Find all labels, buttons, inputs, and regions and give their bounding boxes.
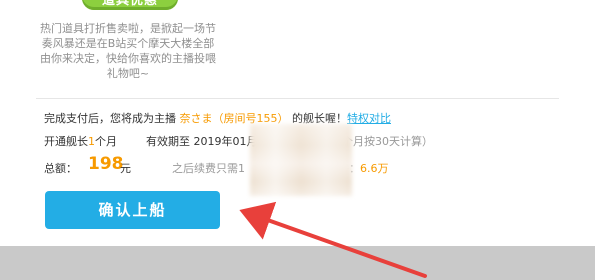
total-unit: 元 (120, 162, 131, 175)
duration-info: 开通舰长1个月 (44, 133, 117, 149)
promo-badge-label: 道具优惠 (101, 0, 158, 8)
promo-banner: 道具优惠 热门道具打折售卖啦，是掀起一场节奏风暴还是在B站买个摩天大楼全部由你来… (0, 0, 260, 96)
duration-suffix: 个月 (95, 135, 117, 148)
confirm-board-button[interactable]: 确认上船 (45, 191, 220, 229)
coin-amount: 6.6万 (360, 162, 389, 175)
promo-badge: 道具优惠 (82, 0, 178, 10)
month-calc-note: 个月按30天计算） (342, 135, 433, 148)
notice-prefix: 完成支付后，您将成为主播 (44, 112, 180, 125)
duration-months: 1 (88, 135, 95, 148)
total-label: 总额： (44, 162, 77, 175)
section-divider (36, 98, 559, 99)
renewal-price-text: 之后续费只需1 (172, 162, 245, 175)
total-amount: 198 (88, 154, 124, 174)
promo-description: 热门道具打折售卖啦，是掀起一场节奏风暴还是在B站买个摩天大楼全部由你来决定，快给… (40, 22, 216, 80)
privilege-compare-link[interactable]: 特权对比 (347, 112, 391, 125)
footer-bar (0, 246, 595, 280)
duration-prefix: 开通舰长 (44, 135, 88, 148)
redacted-blur-patch (250, 124, 352, 196)
